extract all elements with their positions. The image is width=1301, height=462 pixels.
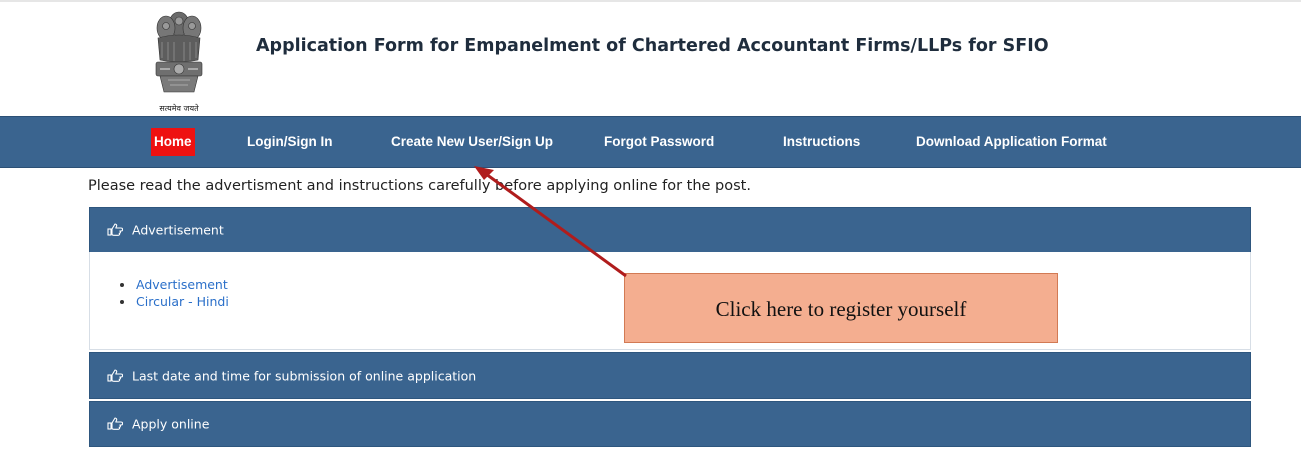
list-item: Advertisement [120,276,229,293]
hand-point-right-icon [107,417,123,430]
nav-login[interactable]: Login/Sign In [247,117,332,167]
nav-home[interactable]: Home [151,128,195,156]
page-title: Application Form for Empanelment of Char… [256,36,1049,56]
panel-last-date-title: Last date and time for submission of onl… [132,368,477,383]
national-emblem-logo [155,11,203,93]
panel-apply-online-header[interactable]: Apply online [89,401,1251,447]
hand-point-right-icon [107,223,123,236]
advertisement-link[interactable]: Advertisement [136,277,228,292]
panel-apply-online-title: Apply online [132,416,210,432]
top-rule [0,0,1301,2]
nav-forgot-password[interactable]: Forgot Password [604,117,714,167]
main-navbar: Home Login/Sign In Create New User/Sign … [0,116,1301,168]
panel-last-date-header[interactable]: Last date and time for submission of onl… [89,352,1251,399]
intro-text: Please read the advertisment and instruc… [88,178,751,194]
list-item: Circular - Hindi [120,293,229,310]
emblem-caption: सत्यमेव जयते [159,104,199,113]
register-callout: Click here to register yourself [624,273,1058,343]
hand-point-right-icon [107,368,123,382]
nav-instructions[interactable]: Instructions [783,117,860,167]
nav-download-application-format[interactable]: Download Application Format [916,117,1107,167]
panel-advertisement-title: Advertisement [132,222,224,238]
nav-create-new-user[interactable]: Create New User/Sign Up [391,117,553,167]
advertisement-link-list: Advertisement Circular - Hindi [120,276,229,310]
panel-advertisement-header[interactable]: Advertisement [89,207,1251,253]
circular-hindi-link[interactable]: Circular - Hindi [136,294,229,309]
